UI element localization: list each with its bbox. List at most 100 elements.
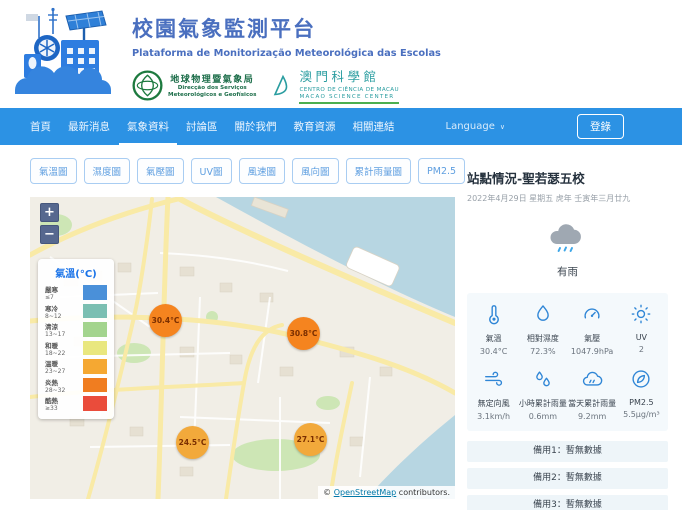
partner-logos: 地球物理暨氣象局 Direcção dos Serviços Meteoroló… xyxy=(132,66,441,104)
zoom-in-button[interactable]: + xyxy=(40,203,59,222)
login-button[interactable]: 登錄 xyxy=(577,114,624,139)
station-title: 站點情況-聖若瑟五校 xyxy=(467,168,668,187)
legend-swatch xyxy=(83,396,107,411)
weather-map[interactable]: + − 氣溫(°C) 嚴寒≤7 寒冷8~12清涼13~17 和暖18~22溫暖23~… xyxy=(30,197,455,499)
legend-row: 嚴寒≤7 xyxy=(45,284,107,301)
main-nav: 首頁最新消息氣象資料討論區關於我們教育資源相關連結 Language ∨ 登錄 xyxy=(0,108,682,145)
nav-item-link[interactable]: 關於我們 xyxy=(235,108,277,145)
zoom-out-button[interactable]: − xyxy=(40,225,59,244)
map-layer-tab[interactable]: PM2.5 xyxy=(418,158,465,184)
map-layer-tab[interactable]: 累計雨量圖 xyxy=(346,158,412,184)
stat-value: 0.6mm xyxy=(518,412,567,421)
map-layer-tab[interactable]: 風速圖 xyxy=(239,158,286,184)
legend-swatch xyxy=(83,341,107,356)
weather-stat: UV2 xyxy=(617,303,666,356)
smg-name-pt2: Meteorológicos e Geofísicos xyxy=(168,92,256,99)
map-layer-tab[interactable]: 風向圖 xyxy=(292,158,339,184)
stat-label: 氣壓 xyxy=(568,333,617,344)
temp-marker[interactable]: 30.4°C xyxy=(149,304,182,337)
legend-row: 溫暖23~27 xyxy=(45,358,107,375)
weather-station-logo-icon xyxy=(8,6,122,100)
msc-name-zh: 澳門科學館 xyxy=(299,66,399,85)
legend-category-name: 酷熱 xyxy=(45,395,81,405)
msc-shell-icon xyxy=(272,73,294,98)
copyright-symbol: © xyxy=(323,488,331,497)
thermometer-icon xyxy=(483,303,505,325)
legend-range: 18~22 xyxy=(45,350,81,357)
nav-item-link[interactable]: 最新消息 xyxy=(68,108,110,145)
nav-item-active[interactable]: 氣象資料 xyxy=(127,108,169,145)
smg-text: 地球物理暨氣象局 Direcção dos Serviços Meteoroló… xyxy=(168,72,256,99)
rain-hour-icon xyxy=(532,368,554,390)
weather-stat: 小時累計雨量 0.6mm xyxy=(518,368,567,421)
stat-value: 30.4°C xyxy=(469,347,518,356)
stat-value: 72.3% xyxy=(518,347,567,356)
legend-row: 寒冷8~12 xyxy=(45,303,107,320)
map-attribution: © OpenStreetMap contributors. xyxy=(318,486,455,499)
stat-label: 氣溫 xyxy=(469,333,518,344)
nav-item-link[interactable]: 相關連結 xyxy=(353,108,395,145)
stat-label: 當天累計雨量 xyxy=(568,398,617,409)
legend-category-name: 寒冷 xyxy=(45,303,81,313)
map-layer-tab[interactable]: 濕度圖 xyxy=(84,158,131,184)
page-subtitle: Plataforma de Monitorização Meteorológic… xyxy=(132,48,441,59)
page-header: 校園氣象監測平台 Plataforma de Monitorização Met… xyxy=(0,0,682,108)
legend-swatch xyxy=(83,285,107,300)
weather-stat: 氣溫 30.4°C xyxy=(469,303,518,356)
legend-category-name: 清涼 xyxy=(45,321,81,331)
current-weather: 有雨 xyxy=(467,220,668,279)
language-dropdown[interactable]: Language ∨ xyxy=(446,108,505,145)
spare-sensor-row: 備用2：暫無數據 xyxy=(467,468,668,489)
map-layer-tab[interactable]: 氣壓圖 xyxy=(137,158,184,184)
nav-item-link[interactable]: 首頁 xyxy=(30,108,51,145)
legend-swatch xyxy=(83,322,107,337)
stat-value: 2 xyxy=(617,345,666,354)
osm-link[interactable]: OpenStreetMap xyxy=(334,488,397,497)
weather-stat: 氣壓1047.9hPa xyxy=(568,303,617,356)
legend-row: 酷熱≥33 xyxy=(45,395,107,412)
legend-swatch xyxy=(83,378,107,393)
temp-marker[interactable]: 24.5°C xyxy=(176,426,209,459)
nav-item-link[interactable]: 教育資源 xyxy=(294,108,336,145)
smg-name-pt1: Direcção dos Serviços xyxy=(168,85,256,92)
nav-item-link[interactable]: 討論區 xyxy=(186,108,218,145)
legend-range: 28~32 xyxy=(45,387,81,394)
legend-range: ≥33 xyxy=(45,405,81,412)
legend-label: 清涼13~17 xyxy=(45,321,81,338)
map-layer-tab[interactable]: UV圖 xyxy=(191,158,232,184)
legend-label: 嚴寒≤7 xyxy=(45,284,81,301)
spare-sensor-row: 備用3：暫無數據 xyxy=(467,495,668,510)
weather-stat: 當天累計雨量9.2mm xyxy=(568,368,617,421)
legend-title: 氣溫(°C) xyxy=(45,265,107,280)
legend-category-name: 溫暖 xyxy=(45,358,81,368)
stat-label: 小時累計雨量 xyxy=(518,398,567,409)
weather-stats-grid: 氣溫30.4°C相對濕度72.3%氣壓1047.9hPaUV2無定向風3.1km… xyxy=(467,293,668,431)
legend-category-name: 和暖 xyxy=(45,340,81,350)
spare-sensor-row: 備用1：暫無數據 xyxy=(467,441,668,462)
msc-text: 澳門科學館 CENTRO DE CIÊNCIA DE MACAU MACAO S… xyxy=(299,66,399,104)
weather-stat: PM2.55.5μg/m³ xyxy=(617,368,666,421)
legend-label: 寒冷8~12 xyxy=(45,303,81,320)
temperature-legend: 氣溫(°C) 嚴寒≤7 寒冷8~12清涼13~17 和暖18~22溫暖23~27 炎熱… xyxy=(38,259,114,419)
legend-label: 和暖18~22 xyxy=(45,340,81,357)
stat-label: PM2.5 xyxy=(617,398,666,407)
legend-label: 酷熱≥33 xyxy=(45,395,81,412)
legend-row: 清涼13~17 xyxy=(45,321,107,338)
map-zoom-control: + − xyxy=(40,203,59,247)
stat-label: 相對濕度 xyxy=(518,333,567,344)
legend-rows: 嚴寒≤7 寒冷8~12清涼13~17 和暖18~22溫暖23~27 炎熱28~32酷熱… xyxy=(45,284,107,412)
page-title: 校園氣象監測平台 xyxy=(132,13,441,43)
weather-condition: 有雨 xyxy=(467,264,668,279)
map-column: 氣溫圖濕度圖氣壓圖UV圖風速圖風向圖累計雨量圖PM2.5 xyxy=(30,158,455,510)
attribution-suffix: contributors. xyxy=(399,488,450,497)
humidity-icon xyxy=(532,303,554,325)
main-content: 氣溫圖濕度圖氣壓圖UV圖風速圖風向圖累計雨量圖PM2.5 xyxy=(0,145,682,510)
legend-range: 8~12 xyxy=(45,313,81,320)
temp-marker[interactable]: 27.1°C xyxy=(294,423,327,456)
map-layer-tab[interactable]: 氣溫圖 xyxy=(30,158,77,184)
temp-marker[interactable]: 30.8°C xyxy=(287,317,320,350)
legend-range: ≤7 xyxy=(45,294,81,301)
legend-label: 炎熱28~32 xyxy=(45,377,81,394)
legend-label: 溫暖23~27 xyxy=(45,358,81,375)
stat-value: 3.1km/h xyxy=(469,412,518,421)
